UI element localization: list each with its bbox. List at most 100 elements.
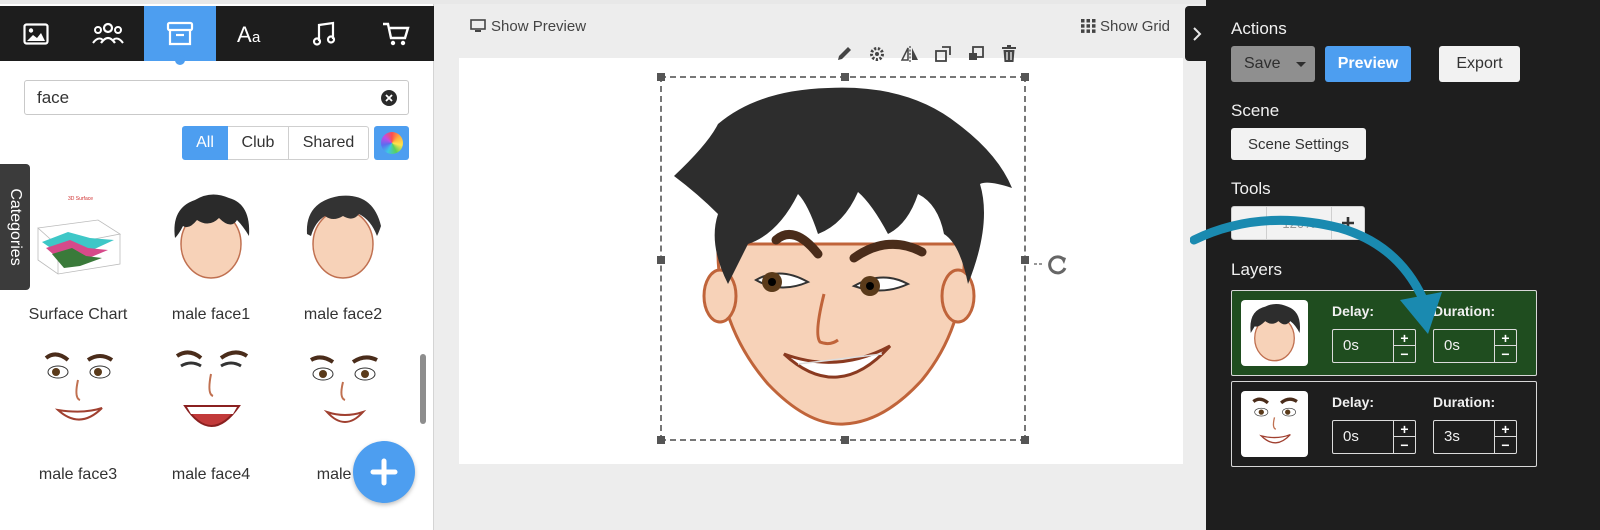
show-grid-toggle[interactable]: Show Grid bbox=[1081, 16, 1170, 36]
asset-tile[interactable]: male face1 bbox=[146, 190, 276, 340]
filter-club-button[interactable]: Club bbox=[228, 126, 289, 160]
plus-icon bbox=[1342, 217, 1354, 229]
scene-settings-button[interactable]: Scene Settings bbox=[1231, 128, 1366, 160]
decrement-button[interactable]: − bbox=[1394, 346, 1415, 362]
active-tab-indicator bbox=[175, 55, 185, 65]
asset-tile[interactable]: male face4 bbox=[146, 350, 276, 500]
collapse-right-panel-button[interactable] bbox=[1185, 6, 1208, 61]
asset-label: male face2 bbox=[303, 306, 383, 323]
resize-handle[interactable] bbox=[841, 73, 849, 81]
resize-handle[interactable] bbox=[657, 256, 665, 264]
increment-button[interactable]: + bbox=[1495, 421, 1516, 437]
tab-text[interactable]: Aa bbox=[216, 6, 288, 61]
layer-item[interactable]: Delay: Duration: 0s + − 3s + − bbox=[1231, 381, 1537, 467]
bring-forward-icon bbox=[935, 46, 951, 62]
clear-search-button[interactable] bbox=[381, 90, 397, 106]
object-toolbar bbox=[832, 42, 1021, 66]
decrement-button[interactable]: − bbox=[1394, 437, 1415, 453]
decrement-button[interactable]: − bbox=[1495, 346, 1516, 362]
zoom-level: 120% bbox=[1267, 206, 1331, 240]
layer-item-selected[interactable]: Delay: Duration: 0s + − 0s + − bbox=[1231, 290, 1537, 376]
resize-handle[interactable] bbox=[657, 436, 665, 444]
duration-stepper[interactable]: 3s + − bbox=[1433, 420, 1517, 454]
increment-button[interactable]: + bbox=[1394, 330, 1415, 346]
rotate-handle[interactable] bbox=[1034, 252, 1070, 276]
resize-handle[interactable] bbox=[657, 73, 665, 81]
filter-shared-button[interactable]: Shared bbox=[289, 126, 369, 160]
asset-label: male face4 bbox=[171, 466, 251, 483]
color-wheel-icon bbox=[380, 132, 403, 154]
add-asset-button[interactable] bbox=[353, 441, 415, 503]
stepper-buttons: + − bbox=[1393, 330, 1415, 362]
actions-heading: Actions bbox=[1231, 19, 1287, 38]
decrement-button[interactable]: − bbox=[1495, 437, 1516, 453]
export-button[interactable]: Export bbox=[1439, 46, 1520, 82]
delete-object-button[interactable] bbox=[997, 42, 1021, 66]
flip-object-button[interactable] bbox=[898, 42, 922, 66]
duration-label: Duration: bbox=[1433, 394, 1496, 410]
duration-value[interactable]: 3s bbox=[1444, 421, 1460, 453]
grid-icon bbox=[1081, 19, 1096, 33]
layer-thumbnail bbox=[1241, 391, 1308, 457]
duration-stepper[interactable]: 0s + − bbox=[1433, 329, 1517, 363]
male-face5-thumbnail bbox=[309, 355, 378, 423]
asset-tile[interactable]: male face3 bbox=[13, 350, 143, 500]
send-backward-button[interactable] bbox=[964, 42, 988, 66]
stepper-buttons: + − bbox=[1494, 421, 1516, 453]
music-note-icon bbox=[312, 21, 336, 46]
resize-handle[interactable] bbox=[1021, 436, 1029, 444]
scene-heading: Scene bbox=[1231, 101, 1280, 120]
gear-icon bbox=[870, 47, 884, 61]
duration-value[interactable]: 0s bbox=[1444, 330, 1460, 362]
delay-value[interactable]: 0s bbox=[1343, 421, 1359, 453]
stepper-buttons: + − bbox=[1494, 330, 1516, 362]
plus-icon bbox=[370, 458, 398, 486]
tab-shop[interactable] bbox=[360, 6, 432, 61]
edit-object-button[interactable] bbox=[832, 42, 856, 66]
asset-search-box bbox=[24, 80, 409, 115]
duration-label: Duration: bbox=[1433, 303, 1496, 319]
rotate-icon bbox=[1034, 255, 1067, 275]
asset-search-input[interactable] bbox=[37, 81, 377, 114]
delay-value[interactable]: 0s bbox=[1343, 330, 1359, 362]
bring-forward-button[interactable] bbox=[931, 42, 955, 66]
resize-handle[interactable] bbox=[1021, 256, 1029, 264]
save-button-label: Save bbox=[1244, 55, 1281, 72]
tab-images[interactable] bbox=[0, 6, 72, 61]
preview-button[interactable]: Preview bbox=[1325, 46, 1411, 82]
delay-stepper[interactable]: 0s + − bbox=[1332, 329, 1416, 363]
text-aa-icon: Aa bbox=[237, 22, 261, 46]
object-settings-button[interactable] bbox=[865, 42, 889, 66]
zoom-in-button[interactable] bbox=[1331, 206, 1365, 240]
male-face4-thumbnail bbox=[175, 350, 249, 427]
increment-button[interactable]: + bbox=[1495, 330, 1516, 346]
shopping-cart-icon bbox=[383, 22, 410, 45]
color-filter-button[interactable] bbox=[374, 126, 409, 160]
layers-heading: Layers bbox=[1231, 260, 1283, 279]
svg-text:3D Surface: 3D Surface bbox=[68, 196, 93, 202]
people-icon bbox=[92, 22, 124, 44]
pencil-icon bbox=[838, 47, 851, 60]
library-filter-group: All Club Shared bbox=[182, 126, 369, 160]
monitor-icon bbox=[470, 19, 486, 32]
increment-button[interactable]: + bbox=[1394, 421, 1415, 437]
chevron-right-icon bbox=[1192, 26, 1201, 41]
filter-all-button[interactable]: All bbox=[182, 126, 228, 160]
asset-list-scrollbar-thumb[interactable] bbox=[420, 354, 426, 424]
svg-text:a: a bbox=[252, 29, 261, 46]
resize-handle[interactable] bbox=[841, 436, 849, 444]
tab-characters[interactable] bbox=[72, 6, 144, 61]
tab-props[interactable] bbox=[144, 6, 216, 65]
selected-character-face[interactable] bbox=[668, 84, 1018, 434]
asset-list-scrollbar[interactable] bbox=[418, 172, 426, 512]
show-preview-toggle[interactable]: Show Preview bbox=[470, 16, 586, 36]
zoom-out-button[interactable] bbox=[1231, 206, 1267, 240]
asset-tile[interactable]: male face2 bbox=[278, 190, 408, 340]
save-dropdown-caret-icon[interactable] bbox=[1296, 62, 1306, 67]
asset-tile[interactable]: 3D Surface Surface Chart bbox=[13, 190, 143, 340]
resize-handle[interactable] bbox=[1021, 73, 1029, 81]
delay-label: Delay: bbox=[1332, 303, 1375, 319]
delay-stepper[interactable]: 0s + − bbox=[1332, 420, 1416, 454]
flip-icon bbox=[900, 46, 918, 62]
tab-music[interactable] bbox=[288, 6, 360, 61]
